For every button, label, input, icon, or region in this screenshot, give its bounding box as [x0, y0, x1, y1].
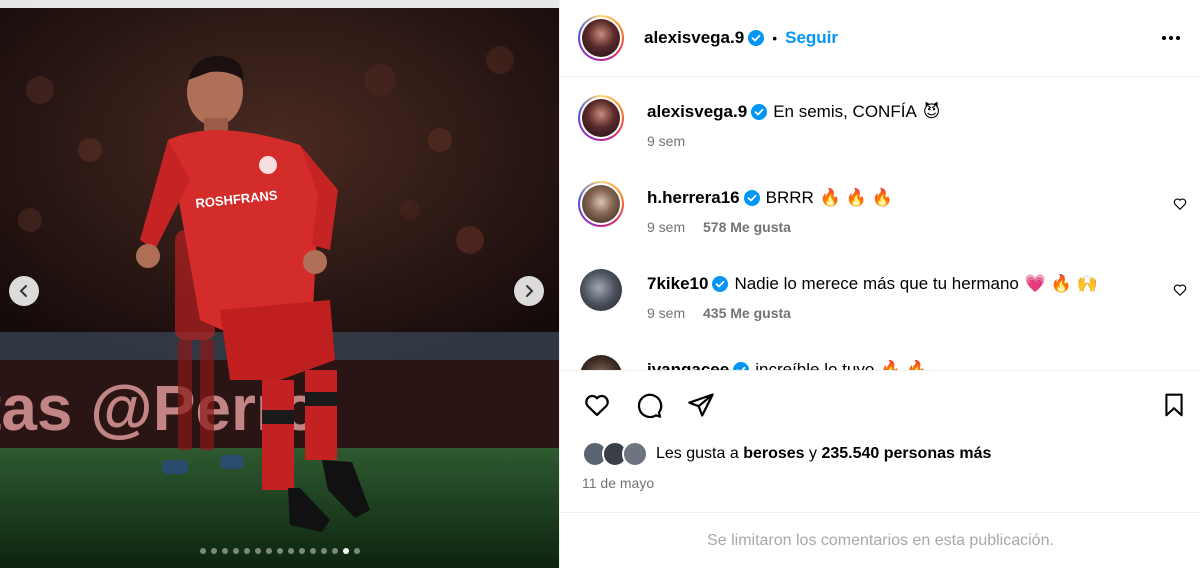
- comment-username[interactable]: 7kike10: [647, 273, 708, 295]
- likes-conj: y: [809, 445, 818, 462]
- verified-badge-icon: [743, 190, 760, 206]
- heart-icon: [1173, 198, 1187, 210]
- comment-like-button[interactable]: [1173, 197, 1187, 216]
- share-icon: [688, 393, 714, 417]
- next-image-button[interactable]: [514, 276, 544, 306]
- liker-avatars[interactable]: [582, 441, 648, 467]
- comment-likes[interactable]: 435 Me gusta: [703, 305, 791, 321]
- comment-username[interactable]: h.herrera16: [647, 187, 740, 209]
- header-separator: •: [772, 30, 778, 46]
- comment-item: 7kike10 Nadie lo merece más que tu herma…: [578, 267, 1098, 321]
- author-username[interactable]: alexisvega.9: [644, 28, 744, 48]
- carousel-dot: [276, 548, 283, 554]
- comment-likes[interactable]: 578 Me gusta: [703, 219, 791, 235]
- verified-badge-icon: [751, 104, 768, 120]
- heart-icon: [585, 394, 609, 417]
- likes-prefix: Les gusta a: [656, 445, 739, 462]
- comment-like-button[interactable]: [1173, 283, 1187, 302]
- bookmark-icon: [1165, 393, 1183, 417]
- verified-badge-icon: [748, 30, 765, 46]
- more-options-button[interactable]: [1159, 26, 1183, 55]
- carousel-dot: [210, 548, 217, 554]
- post-date[interactable]: 11 de mayo: [582, 475, 654, 491]
- comment-time[interactable]: 9 sem: [647, 219, 685, 235]
- caption: alexisvega.9 En semis, CONFÍA 😈 9 sem: [578, 95, 941, 149]
- caption-text: En semis, CONFÍA: [773, 102, 917, 121]
- carousel-dot: [298, 548, 305, 554]
- author-avatar[interactable]: [578, 15, 624, 61]
- verified-badge-icon: [712, 276, 729, 292]
- comment-emoji: 💗 🔥 🙌: [1024, 274, 1098, 293]
- comment-text: BRRR: [765, 188, 814, 207]
- comment-item: ivangacee increíble lo tuyo 🔥 🔥: [578, 353, 927, 371]
- carousel-dot: [254, 548, 261, 554]
- carousel-dot-active: [342, 548, 349, 554]
- comment-time[interactable]: 9 sem: [647, 305, 685, 321]
- caption-username[interactable]: alexisvega.9: [647, 101, 747, 123]
- likes-count[interactable]: 235.540 personas más: [821, 445, 991, 463]
- like-button[interactable]: [582, 391, 612, 424]
- post-actions: Les gusta a beroses y 235.540 personas m…: [560, 370, 1200, 513]
- chevron-right-icon: [526, 285, 534, 297]
- comment-button[interactable]: [634, 391, 664, 424]
- liker-avatar: [622, 441, 648, 467]
- commenter-avatar[interactable]: [578, 353, 624, 371]
- previous-image-button[interactable]: [9, 276, 39, 306]
- carousel-dot: [232, 548, 239, 554]
- liker-username[interactable]: beroses: [743, 445, 804, 463]
- carousel-dot: [287, 548, 294, 554]
- share-button[interactable]: [686, 391, 716, 424]
- post-header: alexisvega.9 • Seguir: [560, 0, 1200, 77]
- carousel-dot: [353, 548, 360, 554]
- comment-text: Nadie lo merece más que tu hermano: [734, 274, 1019, 293]
- post-image: tas @Perro ROSHFRANS: [0, 0, 559, 568]
- commenter-avatar[interactable]: [578, 267, 624, 313]
- comment-icon: [637, 393, 663, 419]
- carousel-dot: [221, 548, 228, 554]
- carousel-dot: [199, 548, 206, 554]
- more-icon: [1162, 36, 1180, 40]
- chevron-left-icon: [19, 285, 27, 297]
- carousel-indicator: [0, 548, 559, 554]
- commenter-avatar[interactable]: [578, 181, 624, 227]
- carousel-dot: [320, 548, 327, 554]
- comment-emoji: 🔥 🔥 🔥: [819, 188, 893, 207]
- likes-summary: Les gusta a beroses y 235.540 personas m…: [582, 441, 991, 467]
- player-photo: tas @Perro ROSHFRANS: [0, 0, 559, 568]
- comment-item: h.herrera16 BRRR 🔥 🔥 🔥 9 sem 578 Me gust…: [578, 181, 893, 235]
- caption-emoji: 😈: [922, 102, 941, 121]
- carousel-dot: [243, 548, 250, 554]
- carousel-dot: [309, 548, 316, 554]
- caption-time[interactable]: 9 sem: [647, 133, 685, 149]
- caption-avatar[interactable]: [578, 95, 624, 141]
- post-sidebar: alexisvega.9 • Seguir alexisvega.9 En se…: [559, 0, 1200, 568]
- comments-limited-notice: Se limitaron los comentarios en esta pub…: [560, 512, 1200, 569]
- carousel-dot: [265, 548, 272, 554]
- heart-icon: [1173, 284, 1187, 296]
- comments-list: alexisvega.9 En semis, CONFÍA 😈 9 sem h.…: [560, 77, 1200, 371]
- save-button[interactable]: [1161, 391, 1187, 424]
- follow-button[interactable]: Seguir: [785, 28, 838, 48]
- carousel-dot: [331, 548, 338, 554]
